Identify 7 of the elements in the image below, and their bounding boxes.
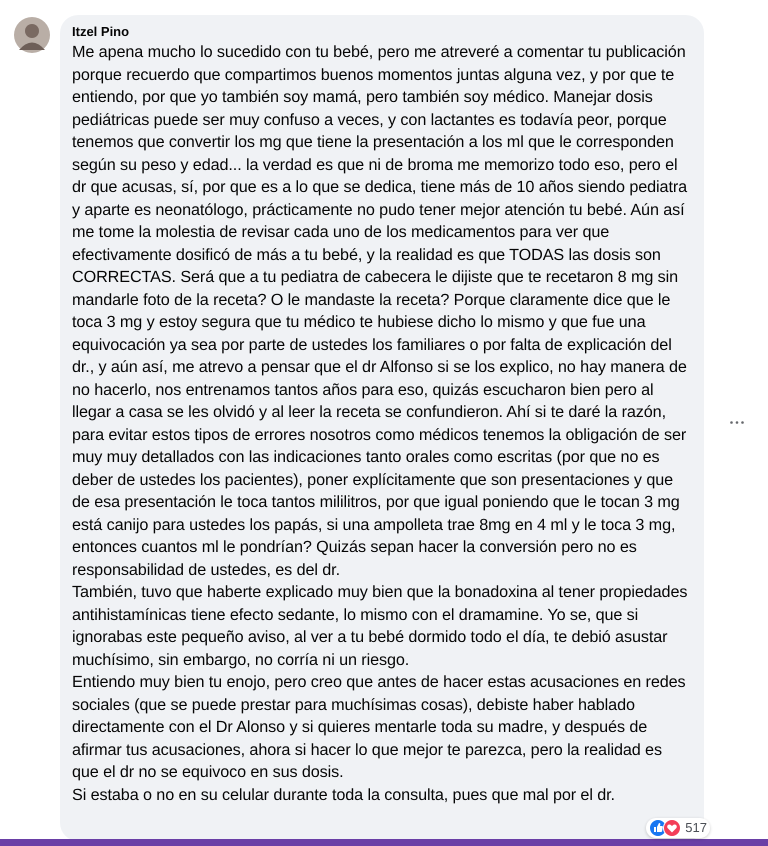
- comment-text: Entiendo muy bien tu enojo, pero creo que antes de hacer estas acusaciones en redes sociales (que se puede prestar para muchísimas cosas), debiste haber hablado directamente con el Dr Alonso y si quieres mentarle toda su madre, y después de afirmar tus acusaciones, ahora si hacer lo que mejor te parezca, pero la realidad es que el dr no se equivoco en sus dosis.: [72, 672, 687, 783]
- comment-text: También, tuvo que haberte explicado muy bien que la bonadoxina al tener propiedades antihistamínicas tiene efecto sedante, lo mismo con el dramamine. Yo se, que si ignorabas este pequeño aviso, al ver a tu bebé dormido todo el día, te debió asustar muchísimo, sin embargo, no corría ni un riesgo.: [72, 582, 688, 670]
- avatar[interactable]: [14, 17, 50, 53]
- comment-text: Me apena mucho lo sucedido con tu bebé, pero me atreveré a comentar tu publicación porque recuerdo que compartimos buenos momentos juntas alguna vez, y por que te entiendo, por que yo también soy mamá, pero también soy médico. Manejar dosis pediátricas puede ser muy confuso a veces, y con lactantes es todavía peor, porque tenemos que convertir los mg que tiene la presentación a los ml que le corresponden según su peso y edad... la verdad es que ni de broma me memorizo todo eso, pero el dr que acusas, sí, por que es a lo que se dedica, tiene más de 10 años siendo pediatra y aparte es neonatólogo, prácticamente no pudo tener mejor atención tu bebé. Aún así me tome la molestia de revisar cada uno de los medicamentos para ver que efectivamente dosificó de más a tu bebé, y la realidad es que TODAS las dosis son CORRECTAS. Será que a tu pediatra de cabecera le dijiste que te recetaron 8 mg sin mandarle foto de la receta? O le mandaste la receta? Porque claramente dice que le toca 3 mg y estoy segura que tu médico te hubiese dicho lo mismo y que fue una equivocación ya sea por parte de ustedes los familiares o por falta de explicación del dr., y aún así, me atrevo a pensar que el dr Alfonso si se los explico, no hay manera de no hacerlo, nos entrenamos tantos años para eso, quizás escucharon bien pero al llegar a casa se les olvidó y al leer la receta se confundieron. Ahí si te daré la razón, para evitar estos tipos de errores nosotros como médicos tenemos la obligación de ser muy muy detallados con las indicaciones tanto orales como escritas (por que no es deber de ustedes los pacientes), poner explícitamente que son presentaciones y que de esa presentación le toca tantos mililitros, por que igual poniendo que le tocan 3 mg está canijo para ustedes los papás, si una ampolleta trae 8mg en 4 ml y le toca 3 mg, entonces cuantos ml le pondrían? Quizás sepan hacer la conversión pero no es responsabilidad de ustedes, es del dr.: [72, 42, 688, 580]
- comment-text: Si estaba o no en su celular durante toda la consulta, pues que mal por el dr.: [72, 784, 616, 806]
- author-name[interactable]: Itzel Pino: [72, 23, 692, 40]
- more-options-icon[interactable]: [730, 421, 744, 424]
